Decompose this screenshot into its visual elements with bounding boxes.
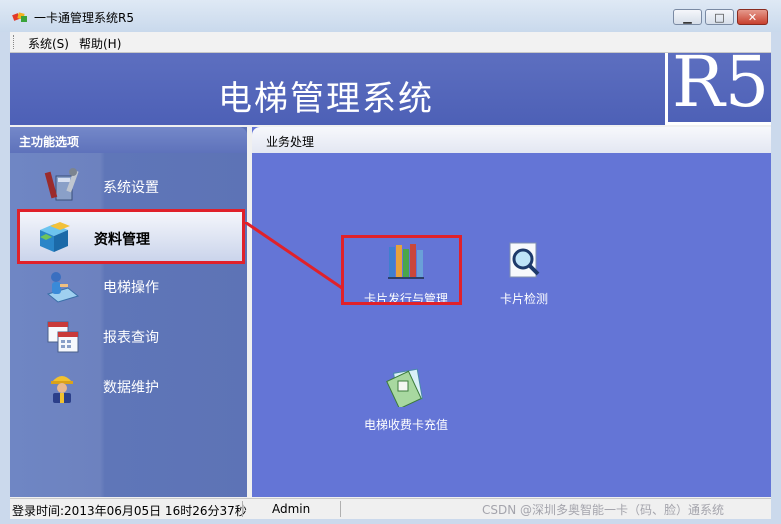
nav-label-report-query: 报表查询 [103,330,159,346]
maximize-icon: □ [714,10,725,24]
banner-title: 电梯管理系统 [218,79,434,119]
func-label-card-detection: 卡片检测 [499,292,548,306]
func-elevator-card-recharge[interactable]: 电梯收费卡充值 [352,367,460,433]
nav-item-elevator-operation[interactable]: 电梯操作 [18,264,242,308]
nav-label-data-maintenance: 数据维护 [103,380,159,396]
func-label-elevator-card-recharge: 电梯收费卡充值 [363,418,448,432]
nav-label-elevator-operation: 电梯操作 [103,280,159,296]
status-separator [242,501,243,517]
calendar-report-icon [47,321,79,353]
minimize-button[interactable]: ▁ [673,9,702,25]
window-frame-right [771,32,781,524]
window-frame-left [0,32,10,524]
nav-item-data-maintenance[interactable]: 数据维护 [18,364,242,408]
menu-system[interactable]: 系统(S) [28,35,69,52]
app-icon [12,12,27,22]
magnifier-icon [509,242,540,278]
logo-r5: R5 [672,53,770,123]
close-icon: ✕ [747,10,758,24]
menu-help[interactable]: 帮助(H) [79,35,121,52]
status-user: Admin [272,502,311,516]
main-options-header: 主功能选项 [10,127,247,153]
highlight-box-function [341,235,462,305]
main-options-title: 主功能选项 [19,135,80,149]
highlight-connector-line [245,222,343,290]
card-recharge-icon [386,368,424,410]
title-bar: 一卡通管理系统R5 ▁ □ ✕ [0,0,781,32]
nav-item-report-query[interactable]: 报表查询 [18,314,242,358]
maximize-button[interactable]: □ [705,9,734,25]
status-separator [340,501,341,517]
nav-item-system-settings[interactable]: 系统设置 [18,164,242,208]
business-title: 业务处理 [266,135,315,149]
main-options-panel: 主功能选项 系统设置 资料管理 电梯操作 报表查询 数据维护 [10,127,247,497]
worker-icon [51,376,73,403]
status-login-time: 登录时间:2013年06月05日 16时26分37秒 [12,504,247,518]
menu-grip [13,35,16,49]
nav-label-system-settings: 系统设置 [103,180,159,196]
minimize-icon: ▁ [683,10,692,24]
func-card-detection[interactable]: 卡片检测 [492,241,556,307]
window-title: 一卡通管理系统R5 [34,11,134,25]
close-button[interactable]: ✕ [737,9,768,25]
business-panel: 业务处理 卡片发行与管理 卡片检测 电梯收费卡充值 [252,127,771,497]
watermark: CSDN @深圳多奥智能一卡（码、脸）通系统 [482,503,725,517]
highlight-box-nav [17,209,245,264]
elevator-operation-icon [46,272,80,303]
tools-icon [44,168,79,201]
business-header: 业务处理 [252,127,771,153]
menu-bar: 系统(S) 帮助(H) [10,32,771,53]
banner: 电梯管理系统 R5 [10,53,771,125]
